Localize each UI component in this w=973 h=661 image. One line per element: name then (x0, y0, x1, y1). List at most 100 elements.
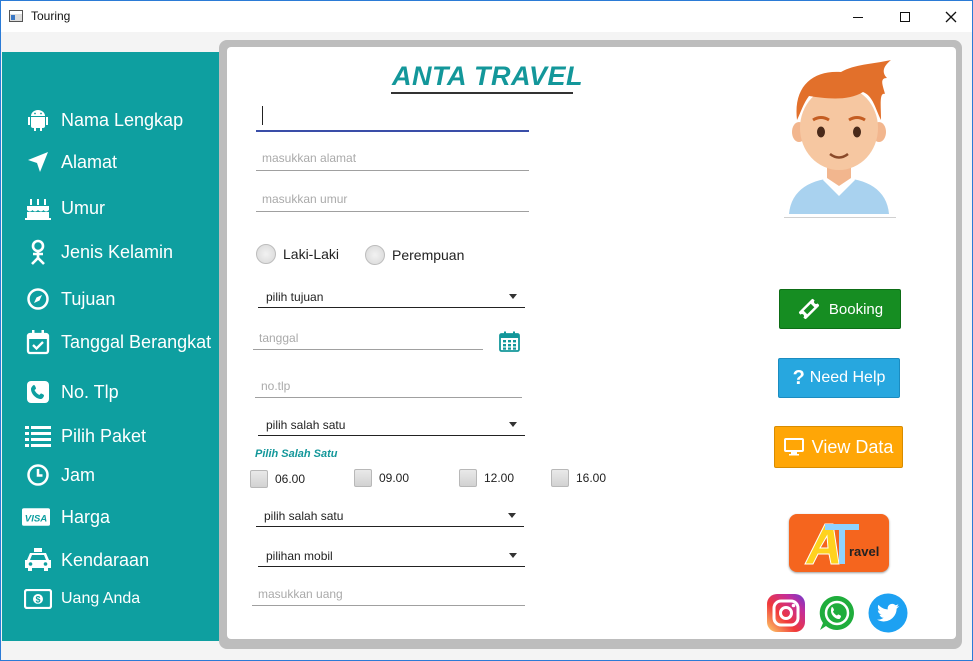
minimize-button[interactable] (835, 1, 881, 32)
sidebar-item-kelamin: Jenis Kelamin (2, 237, 227, 267)
radio-label: Laki-Laki (283, 246, 340, 262)
sidebar: Nama Lengkap Alamat Umur Jenis Kelamin T… (2, 52, 227, 641)
close-icon (945, 11, 957, 22)
alamat-field[interactable] (256, 145, 529, 171)
checkbox-jam-4[interactable]: 16.00 (551, 469, 606, 487)
twitter-icon[interactable] (868, 593, 908, 633)
phone-icon (24, 378, 52, 406)
alamat-input[interactable] (256, 145, 529, 170)
svg-text:$: $ (35, 595, 40, 605)
sidebar-item-label: Umur (61, 197, 105, 218)
sidebar-item-label: Tanggal Berangkat (61, 331, 212, 352)
checkbox-jam-3[interactable]: 12.00 (459, 469, 514, 487)
logo-mark: ravel (804, 523, 879, 565)
checkbox-label: 16.00 (576, 471, 607, 485)
sidebar-item-label: Kendaraan (61, 549, 150, 570)
select-value: pilihan mobil (266, 549, 333, 563)
checkbox-label: 09.00 (379, 471, 410, 485)
sidebar-item-tanggal: Tanggal Berangkat (2, 327, 227, 357)
brand-title: ANTA TRAVEL (392, 61, 583, 91)
tlp-input[interactable] (255, 374, 522, 397)
location-arrow-icon (24, 148, 52, 176)
brand-underline (391, 92, 573, 94)
checkbox-box[interactable] (551, 469, 569, 487)
radio-circle[interactable] (365, 245, 385, 265)
uang-input[interactable] (252, 582, 525, 605)
tanggal-input[interactable] (253, 326, 483, 349)
instagram-icon[interactable] (766, 593, 806, 633)
minimize-icon (853, 17, 863, 18)
maximize-button[interactable] (882, 1, 928, 32)
sidebar-item-umur: Umur (2, 193, 227, 223)
view-data-label: View Data (811, 436, 894, 457)
radio-perempuan[interactable]: Perempuan (365, 245, 464, 265)
select-value: pilih salah satu (264, 509, 344, 523)
paket-select[interactable]: pilih salah satu (258, 412, 525, 436)
list-icon (24, 422, 52, 450)
jam-section-label: Pilih Salah Satu (255, 448, 338, 460)
umur-field[interactable] (256, 186, 529, 212)
title-bar: Touring (1, 1, 972, 32)
nama-input-field[interactable] (256, 102, 529, 132)
radio-circle[interactable] (256, 244, 276, 264)
whatsapp-icon[interactable] (817, 593, 857, 633)
sidebar-item-label: Tujuan (61, 288, 116, 309)
compass-icon (24, 285, 52, 313)
svg-text:ravel: ravel (849, 544, 879, 559)
money-icon: $ (24, 585, 52, 613)
avatar-divider (784, 217, 896, 218)
checkbox-jam-2[interactable]: 09.00 (354, 469, 409, 487)
tlp-field[interactable] (255, 374, 522, 398)
taxi-icon (24, 546, 52, 574)
sidebar-item-label: Uang Anda (61, 590, 141, 607)
sidebar-item-jam: Jam (2, 460, 227, 490)
sidebar-item-tujuan: Tujuan (2, 284, 227, 314)
checkbox-jam-1[interactable]: 06.00 (250, 470, 305, 488)
android-icon (24, 106, 52, 134)
checkbox-box[interactable] (459, 469, 477, 487)
app-icon (9, 10, 23, 22)
sidebar-item-label: Pilih Paket (61, 425, 147, 446)
sidebar-item-kendaraan: Kendaraan (2, 545, 227, 575)
calendar-picker-icon[interactable] (499, 331, 520, 352)
sidebar-item-label: Harga (61, 506, 111, 527)
question-icon: ? (792, 366, 805, 389)
tujuan-select[interactable]: pilih tujuan (258, 284, 525, 308)
clock-icon (24, 461, 52, 489)
checkbox-label: 06.00 (275, 472, 306, 486)
birthday-cake-icon (24, 194, 52, 222)
booking-button[interactable]: Booking (779, 289, 901, 329)
need-help-button[interactable]: ? Need Help (778, 358, 900, 398)
select-value: pilih salah satu (266, 418, 346, 432)
mobil-select[interactable]: pilihan mobil (258, 543, 525, 567)
checkbox-box[interactable] (354, 469, 372, 487)
view-data-button[interactable]: View Data (774, 426, 903, 468)
umur-input[interactable] (256, 186, 529, 211)
radio-laki-laki[interactable]: Laki-Laki (256, 244, 339, 264)
select-value: pilih tujuan (266, 290, 324, 304)
checkbox-box[interactable] (250, 470, 268, 488)
booking-label: Booking (828, 300, 884, 318)
chevron-down-icon (509, 553, 517, 558)
sidebar-item-label: Nama Lengkap (61, 109, 184, 130)
app-window: Touring Nama Lengkap Alamat Umur Jenis K… (0, 0, 973, 661)
nama-input[interactable] (256, 102, 529, 130)
radio-label: Perempuan (392, 247, 465, 263)
maximize-icon (900, 11, 910, 22)
sidebar-item-paket: Pilih Paket (2, 421, 227, 451)
chevron-down-icon (508, 513, 516, 518)
avatar (789, 60, 891, 214)
sidebar-item-label: Jam (61, 464, 96, 485)
sidebar-item-label: Alamat (61, 151, 118, 172)
svg-text:VISA: VISA (25, 513, 47, 524)
window-title: Touring (31, 9, 71, 23)
monitor-icon (783, 438, 804, 456)
atravel-logo: ravel (789, 514, 889, 572)
sidebar-item-harga: VISA Harga (2, 502, 227, 532)
uang-field[interactable] (252, 582, 525, 606)
sidebar-item-tlp: No. Tlp (2, 377, 227, 407)
close-button[interactable] (928, 1, 973, 32)
tanggal-field[interactable] (253, 326, 483, 350)
harga-select[interactable]: pilih salah satu (256, 503, 524, 527)
need-help-label: Need Help (809, 369, 886, 386)
